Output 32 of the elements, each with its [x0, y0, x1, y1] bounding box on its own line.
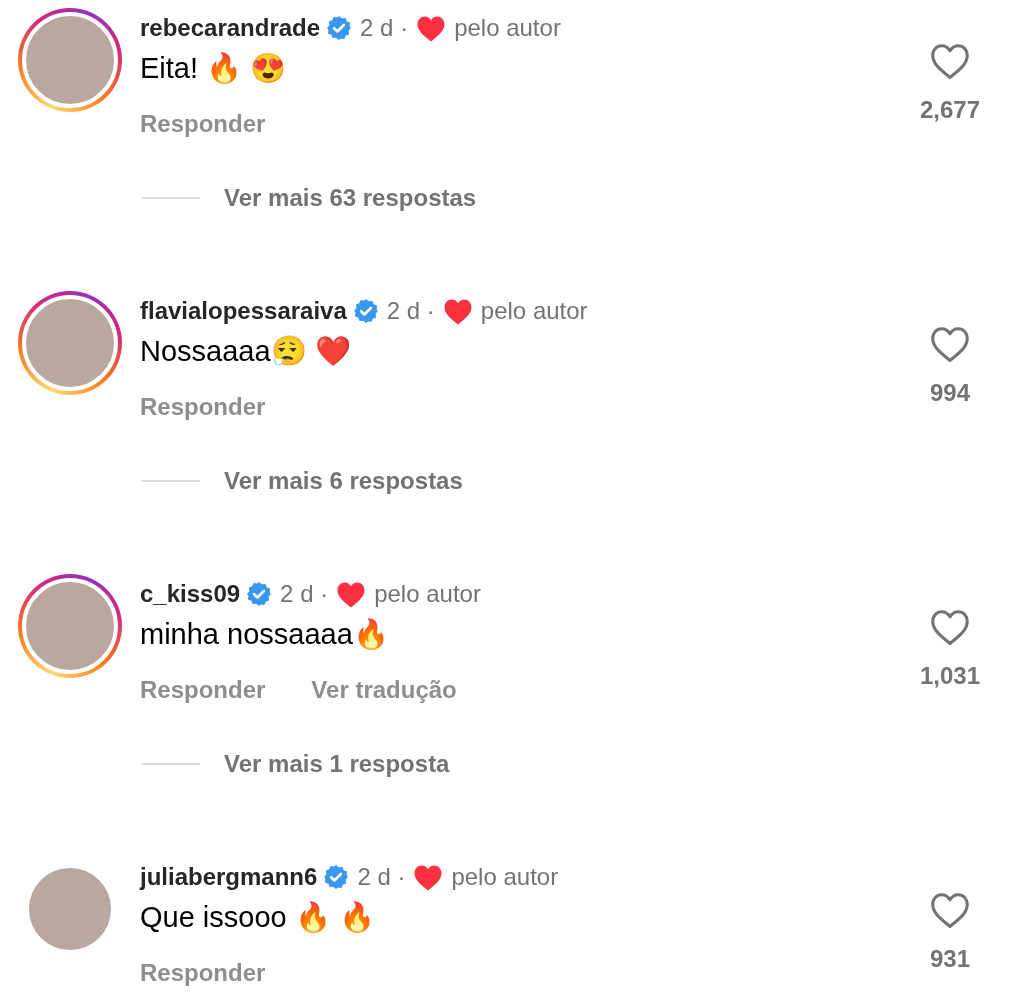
comment-time: 2 d · [280, 580, 329, 608]
like-count: 994 [929, 379, 970, 407]
liked-by-author-label: pelo autor [480, 297, 588, 325]
username[interactable]: juliabergmann6 [140, 863, 318, 891]
comment-action-link[interactable]: Responder [140, 959, 266, 987]
view-replies-link[interactable]: Ver mais 63 respostas [224, 184, 477, 212]
comment-text: minha nossaaaa🔥 [140, 617, 390, 652]
comment-time: 2 d · [360, 14, 409, 42]
like-heart-icon[interactable] [929, 325, 971, 363]
like-heart-icon[interactable] [929, 891, 971, 929]
comment-text: Eita! 🔥 😍 [140, 51, 288, 86]
like-count: 1,031 [919, 662, 981, 690]
liked-by-author-label: pelo autor [454, 14, 561, 42]
liked-by-author-label: pelo autor [451, 863, 559, 891]
liked-by-author-label: pelo autor [374, 580, 481, 608]
comment-action-link[interactable]: Responder [140, 676, 266, 704]
comment-time: 2 d · [357, 863, 406, 891]
comment-action-link[interactable]: Ver tradução [311, 676, 457, 704]
like-count: 931 [929, 945, 970, 973]
like-heart-icon[interactable] [929, 608, 971, 646]
username[interactable]: c_kiss09 [140, 580, 241, 608]
comment-text: Nossaaaa😮‍💨 ❤ [140, 334, 352, 369]
username[interactable]: rebecarandrade [140, 14, 321, 42]
comment-action-link[interactable]: Responder [140, 393, 266, 421]
username[interactable]: flavialopessaraiva [140, 297, 347, 325]
like-heart-icon[interactable] [929, 42, 971, 80]
view-replies-link[interactable]: Ver mais 1 resposta [224, 750, 450, 778]
comment-time: 2 d · [386, 297, 435, 325]
comment-action-link[interactable]: Responder [140, 110, 266, 138]
comment-text: Que issooo 🔥 🔥 [140, 900, 376, 935]
like-count: 2,677 [919, 96, 981, 124]
view-replies-link[interactable]: Ver mais 6 respostas [224, 467, 463, 495]
